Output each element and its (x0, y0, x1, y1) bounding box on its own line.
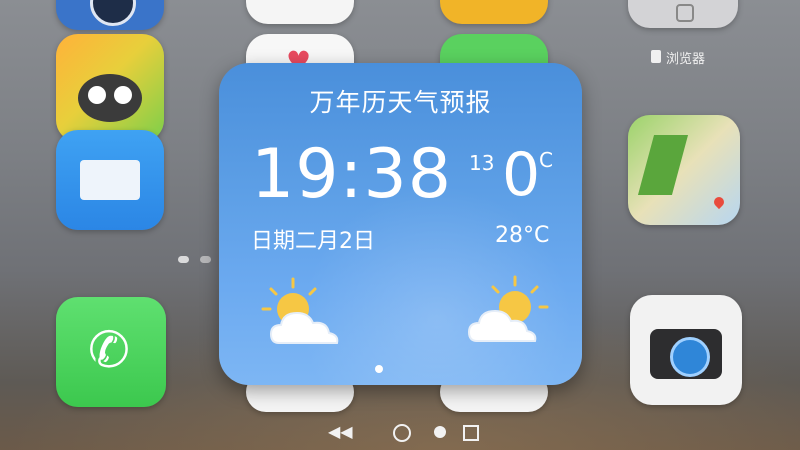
phone-icon: ✆ (88, 321, 130, 379)
browser-label-icon (651, 50, 661, 63)
dot-icon[interactable] (434, 426, 446, 438)
temp-high: 28°C (495, 223, 550, 248)
app-icon-top-health[interactable] (246, 0, 354, 24)
page-indicator-dot[interactable] (200, 256, 211, 263)
temperature-unit: C (539, 148, 553, 172)
temp-low: 13 (469, 151, 495, 175)
date-display: 日期二月2日 (251, 229, 375, 254)
navigation-bar: ◀◀ (0, 420, 800, 444)
page-indicator-dot[interactable] (178, 256, 189, 263)
back-icon[interactable]: ◀◀ (328, 424, 353, 440)
partly-cloudy-icon (261, 277, 339, 344)
maps-icon (637, 135, 689, 195)
camera-app-icon[interactable] (630, 295, 742, 405)
current-temperature: 0 (502, 140, 541, 210)
mail-icon (80, 160, 140, 200)
app-icon-top-notes[interactable] (440, 0, 548, 24)
mail-app-icon[interactable] (56, 130, 164, 230)
camera-icon (650, 329, 722, 379)
clock-icon (90, 0, 136, 26)
location-pin-icon (711, 194, 727, 210)
time-display: 19:38 (251, 135, 452, 214)
app-icon-top-right[interactable] (628, 0, 738, 28)
browser-label: 浏览器 (666, 52, 706, 67)
phone-device-icon (676, 4, 694, 22)
game-app-icon[interactable] (56, 34, 164, 142)
phone-app-icon[interactable]: ✆ (56, 297, 166, 407)
recents-icon[interactable] (463, 425, 479, 441)
widget-title: 万年历天气预报 (309, 88, 492, 117)
partly-cloudy-icon (467, 275, 549, 342)
game-icon (78, 74, 142, 122)
home-icon[interactable] (393, 424, 411, 442)
calendar-weather-widget[interactable]: 万年历天气预报 19:38 日期二月2日 13 0 C 28°C (219, 63, 582, 385)
widget-page-dot (375, 365, 383, 373)
app-icon-top-left[interactable] (56, 0, 164, 30)
maps-app-icon[interactable] (628, 115, 740, 225)
